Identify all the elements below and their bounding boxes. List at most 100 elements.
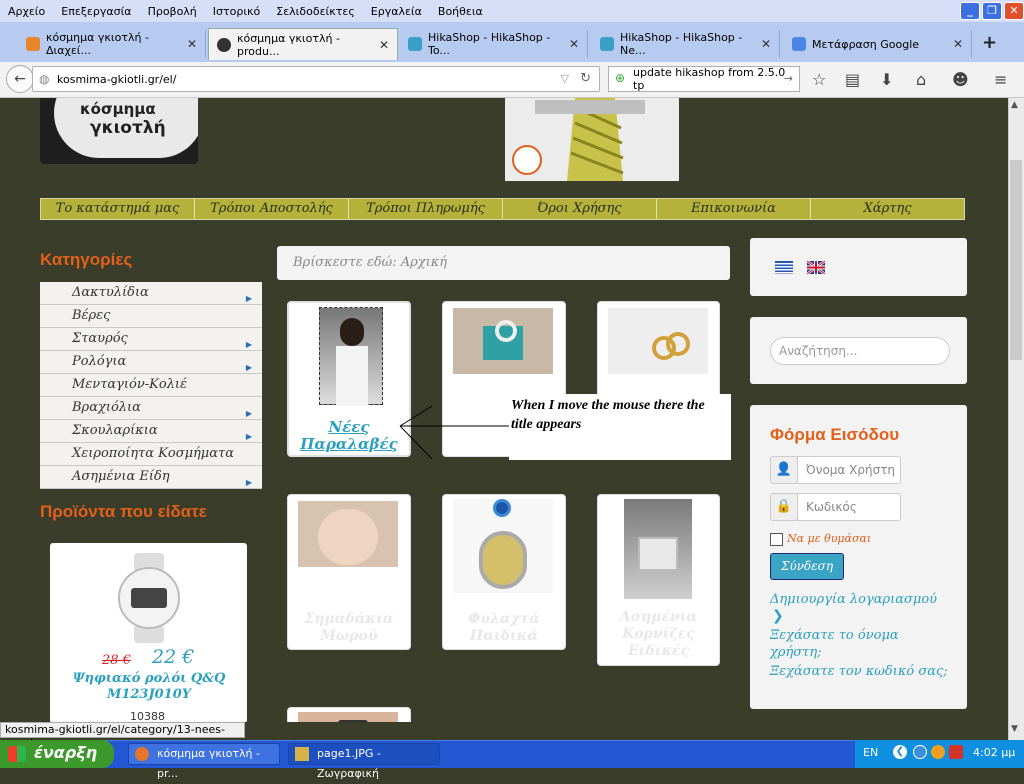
menu-history[interactable]: Ιστορικό bbox=[205, 5, 269, 18]
login-title: Φόρμα Εισόδου bbox=[770, 425, 900, 444]
menu-bookmarks[interactable]: Σελιδοδείκτες bbox=[268, 5, 363, 18]
tab-google-translate[interactable]: Μετάφραση Google ✕ bbox=[784, 30, 972, 58]
maximize-button[interactable]: ❐ bbox=[982, 2, 1002, 20]
category-wedding-rings[interactable]: Βέρες bbox=[40, 305, 262, 328]
taskbar-firefox[interactable]: κόσμημα γκιοτλή - pr... bbox=[128, 743, 280, 780]
uk-flag-icon[interactable] bbox=[807, 261, 825, 274]
shield-icon[interactable] bbox=[949, 745, 963, 759]
system-tray: EN ❮ 4:02 μμ bbox=[855, 740, 1024, 768]
reading-list-icon[interactable]: ▤ bbox=[845, 70, 860, 89]
category-crosses[interactable]: Σταυρός ▶ bbox=[40, 328, 262, 351]
hikashop-icon bbox=[408, 37, 422, 51]
taskbar-paint[interactable]: page1.JPG - Ζωγραφική bbox=[288, 743, 440, 780]
close-icon[interactable]: ✕ bbox=[187, 37, 197, 51]
web-page: κόσμημα γκιοτλή Το κατάστημά μας Τρόποι … bbox=[0, 98, 1008, 722]
forgot-username-link[interactable]: Ξεχάσατε το όνομα χρήστη; bbox=[770, 627, 950, 661]
google-translate-icon bbox=[792, 37, 806, 51]
close-icon[interactable]: ✕ bbox=[761, 37, 771, 51]
categories-title: Κατηγορίες bbox=[40, 250, 133, 269]
search-bar[interactable]: ⊕ update hikashop from 2.5.0 tp → bbox=[608, 66, 800, 92]
tab-hikashop-2[interactable]: HikaShop - HikaShop - Ne... ✕ bbox=[592, 30, 780, 58]
windows-logo-icon bbox=[8, 746, 26, 762]
product-card[interactable]: Νέες Παραλαβές bbox=[287, 301, 411, 457]
breadcrumb: Βρίσκεστε εδώ: Αρχική bbox=[277, 246, 730, 280]
username-input[interactable]: Όνομα Χρήστη bbox=[797, 456, 901, 484]
start-button[interactable]: έναρξη bbox=[0, 740, 114, 768]
category-earrings[interactable]: Σκουλαρίκια ▶ bbox=[40, 420, 262, 443]
close-icon[interactable]: ✕ bbox=[953, 37, 963, 51]
product-image bbox=[298, 712, 398, 722]
remember-checkbox[interactable] bbox=[770, 533, 783, 546]
login-button[interactable]: Σύνδεση bbox=[770, 553, 844, 580]
category-rings[interactable]: Δακτυλίδια ▶ bbox=[40, 282, 262, 305]
firefox-icon bbox=[135, 747, 149, 761]
banner-image bbox=[505, 98, 679, 181]
main-menu: Το κατάστημά μας Τρόποι Αποστολής Τρόποι… bbox=[40, 198, 965, 220]
tab-hikashop-1[interactable]: HikaShop - HikaShop - To... ✕ bbox=[400, 30, 588, 58]
menu-item-payment[interactable]: Τρόποι Πληρωμής bbox=[349, 199, 503, 219]
scroll-down-icon[interactable]: ▼ bbox=[1011, 724, 1018, 734]
menu-view[interactable]: Προβολή bbox=[140, 5, 205, 18]
category-bracelets[interactable]: Βραχιόλια ▶ bbox=[40, 397, 262, 420]
language-panel bbox=[750, 238, 967, 296]
old-price: 28 € bbox=[102, 653, 131, 668]
product-card[interactable]: Σημαδάκια Μωρού bbox=[287, 494, 411, 650]
annotation-arrow-icon bbox=[399, 405, 510, 460]
site-logo[interactable]: κόσμημα γκιοτλή bbox=[40, 98, 198, 164]
antivirus-icon[interactable] bbox=[931, 745, 945, 759]
home-icon[interactable]: ⌂ bbox=[916, 70, 926, 89]
scrollbar-thumb[interactable] bbox=[1010, 160, 1022, 360]
category-watches[interactable]: Ρολόγια ▶ bbox=[40, 351, 262, 374]
menu-file[interactable]: Αρχείο bbox=[0, 5, 53, 18]
address-bar[interactable]: ◍ kosmima-gkiotli.gr/el/ ▽ ↻ bbox=[32, 66, 600, 92]
site-search-input[interactable]: Αναζήτηση... bbox=[770, 337, 950, 365]
bookmark-star-icon[interactable]: ☆ bbox=[812, 70, 826, 89]
menu-edit[interactable]: Επεξεργασία bbox=[53, 5, 139, 18]
menu-item-map[interactable]: Χάρτης bbox=[811, 199, 964, 219]
back-arrow-icon[interactable]: ← bbox=[6, 65, 34, 93]
create-account-link[interactable]: Δημιουργία λογαριασμού bbox=[770, 591, 937, 608]
category-handmade[interactable]: Χειροποίητα Κοσμήματα bbox=[40, 443, 262, 466]
close-window-button[interactable]: ✕ bbox=[1004, 2, 1024, 20]
menu-help[interactable]: Βοήθεια bbox=[430, 5, 491, 18]
product-image bbox=[319, 307, 383, 406]
dropdown-arrow-icon[interactable]: ▽ bbox=[561, 72, 569, 85]
category-silverware[interactable]: Ασημένια Είδη ▶ bbox=[40, 466, 262, 489]
viewed-product-card[interactable]: 28 € 22 € Ψηφιακό ρολόι Q&Q M123J010Y 10… bbox=[50, 543, 247, 722]
menu-item-shipping[interactable]: Τρόποι Αποστολής bbox=[195, 199, 349, 219]
tray-arrow-icon[interactable]: ❮ bbox=[893, 745, 907, 759]
product-name[interactable]: Φυλαχτά Παιδικά bbox=[443, 611, 565, 645]
network-icon[interactable] bbox=[913, 745, 927, 759]
greek-flag-icon[interactable] bbox=[775, 261, 793, 274]
hamburger-menu-icon[interactable]: ≡ bbox=[994, 70, 1007, 89]
forgot-password-link[interactable]: Ξεχάσατε τον κωδικό σας; bbox=[770, 663, 960, 680]
menu-item-store[interactable]: Το κατάστημά μας bbox=[41, 199, 195, 219]
close-icon[interactable]: ✕ bbox=[569, 37, 579, 51]
menu-item-contact[interactable]: Επικοινωνία bbox=[657, 199, 811, 219]
close-icon[interactable]: ✕ bbox=[379, 38, 389, 52]
tab-products[interactable]: κόσμημα γκιοτλή - produ... ✕ bbox=[208, 28, 398, 60]
product-name[interactable]: Ασημένια Κορνίζες Ειδικές bbox=[598, 609, 719, 660]
clock: 4:02 μμ bbox=[973, 746, 1016, 759]
menu-item-terms[interactable]: Όροι Χρήσης bbox=[503, 199, 657, 219]
product-card[interactable] bbox=[287, 707, 411, 722]
menu-tools[interactable]: Εργαλεία bbox=[363, 5, 430, 18]
smiley-icon[interactable]: ☻ bbox=[952, 70, 969, 89]
product-name[interactable]: Σημαδάκια Μωρού bbox=[288, 611, 410, 645]
annotation-note: When I move the mouse there the title ap… bbox=[509, 394, 731, 460]
tab-admin[interactable]: κόσμημα γκιοτλή - Διαχεί... ✕ bbox=[18, 30, 206, 58]
scroll-up-icon[interactable]: ▲ bbox=[1011, 100, 1018, 110]
password-input[interactable]: Κωδικός bbox=[797, 493, 901, 521]
product-card[interactable]: Ασημένια Κορνίζες Ειδικές bbox=[597, 494, 720, 666]
language-indicator[interactable]: EN bbox=[863, 740, 878, 766]
new-tab-button[interactable]: + bbox=[982, 32, 997, 53]
remember-label: Να με θυμάσαι bbox=[787, 532, 872, 545]
viewed-product-name[interactable]: Ψηφιακό ρολόι Q&Q M123J010Y bbox=[64, 671, 234, 703]
reload-icon[interactable]: ↻ bbox=[580, 71, 591, 86]
minimize-button[interactable]: _ bbox=[960, 2, 980, 20]
go-arrow-icon[interactable]: → bbox=[784, 72, 793, 85]
product-name[interactable]: Νέες Παραλαβές bbox=[289, 419, 409, 453]
product-card[interactable]: Φυλαχτά Παιδικά bbox=[442, 494, 566, 650]
download-icon[interactable]: ⬇ bbox=[880, 70, 893, 89]
category-pendants[interactable]: Μενταγιόν-Κολιέ bbox=[40, 374, 262, 397]
